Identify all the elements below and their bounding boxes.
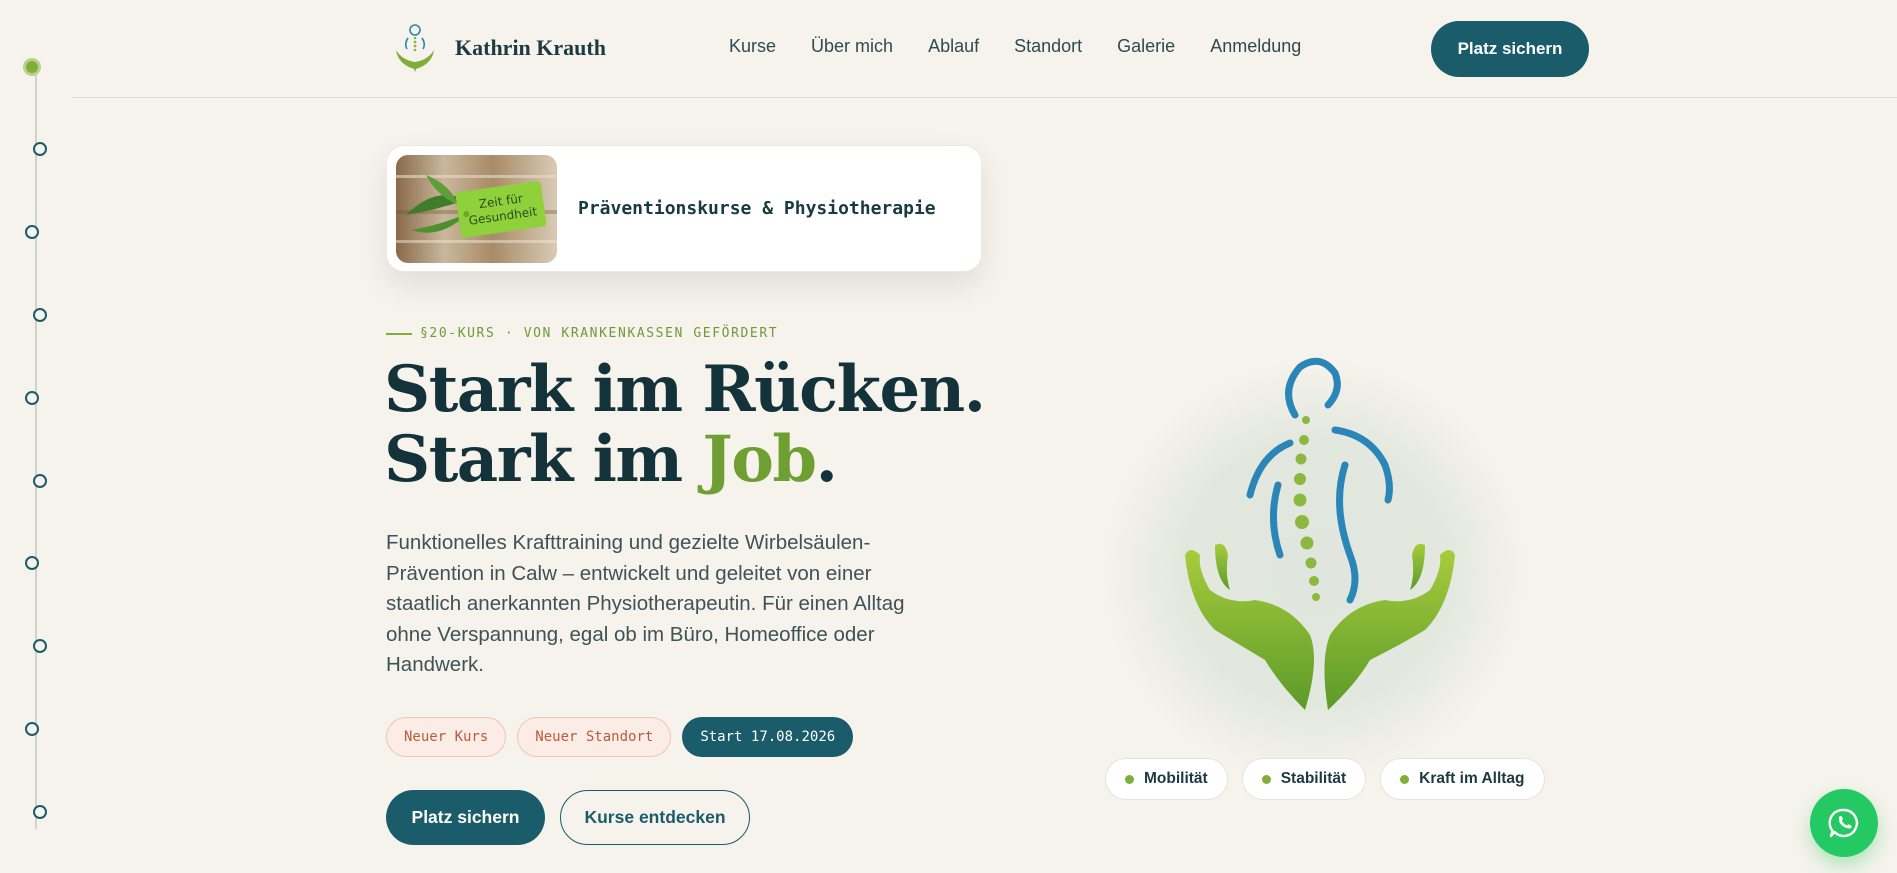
eyebrow: §20-KURS · VON KRANKENKASSEN GEFÖRDERT (386, 326, 778, 341)
pill-mobilitaet: Mobilität (1105, 758, 1228, 800)
timeline-dot-3[interactable] (25, 225, 39, 239)
nav-item-ablauf[interactable]: Ablauf (928, 36, 979, 57)
platz-sichern-button[interactable]: Platz sichern (386, 790, 545, 845)
headline-line-1: Stark im Rücken. (384, 352, 986, 427)
pill-stabilitaet: Stabilität (1241, 758, 1367, 800)
timeline-dot-2[interactable] (33, 142, 47, 156)
hero-benefit-pills: Mobilität Stabilität Kraft im Alltag (1105, 758, 1545, 800)
section-timeline (0, 0, 72, 873)
tag-neuer-kurs: Neuer Kurs (386, 717, 507, 757)
main-nav: Kurse Über mich Ablauf Standort Galerie … (729, 36, 1301, 57)
timeline-dot-6[interactable] (33, 474, 47, 488)
timeline-line (35, 67, 37, 829)
nav-item-anmeldung[interactable]: Anmeldung (1210, 36, 1301, 57)
timeline-dot-8[interactable] (33, 639, 47, 653)
whatsapp-button[interactable] (1810, 789, 1878, 857)
info-card-image: Zeit für Gesundheit (396, 155, 557, 263)
eyebrow-line (386, 332, 412, 335)
hands-spine-illustration-icon (1185, 357, 1455, 710)
headline-line-2-prefix: Stark im (384, 422, 703, 497)
nav-item-standort[interactable]: Standort (1014, 36, 1082, 57)
timeline-dot-9[interactable] (25, 722, 39, 736)
whatsapp-icon (1828, 808, 1859, 838)
pill-label: Stabilität (1280, 770, 1347, 787)
timeline-dot-5[interactable] (25, 391, 39, 405)
zeit-fuer-gesundheit-image: Zeit für Gesundheit (396, 155, 557, 263)
nav-item-galerie[interactable]: Galerie (1117, 36, 1175, 57)
pill-dot (1125, 774, 1134, 784)
pill-label: Kraft im Alltag (1419, 770, 1525, 787)
timeline-dot-10[interactable] (33, 805, 47, 819)
hero-tags: Neuer Kurs Neuer Standort Start 17.08.20… (386, 717, 854, 757)
info-card: Zeit für Gesundheit Präventionskurse & P… (386, 145, 982, 272)
kurse-entdecken-button[interactable]: Kurse entdecken (560, 790, 750, 845)
pill-dot (1400, 774, 1410, 784)
hero-headline: Stark im Rücken. Stark im Job. (384, 352, 986, 497)
header-cta-button[interactable]: Platz sichern (1431, 21, 1589, 77)
hero-lead: Funktionelles Krafttraining und gezielte… (386, 531, 905, 676)
headline-line-2-suffix: . (815, 422, 838, 497)
timeline-dot-4[interactable] (33, 308, 47, 322)
info-card-title: Präventionskurse & Physiotherapie (578, 198, 936, 219)
nav-item-kurse[interactable]: Kurse (729, 36, 776, 57)
brand[interactable]: Kathrin Krauth (390, 22, 606, 74)
timeline-dot-7[interactable] (25, 556, 39, 570)
pill-kraft-im-alltag: Kraft im Alltag (1380, 758, 1545, 800)
tag-neuer-standort: Neuer Standort (517, 717, 672, 757)
headline-highlight: Job (702, 422, 817, 497)
tag-start-date: Start 17.08.2026 (682, 717, 854, 757)
nav-item-ueber-mich[interactable]: Über mich (811, 36, 893, 57)
site-header: Kathrin Krauth Kurse Über mich Ablauf St… (72, 0, 1897, 98)
pill-label: Mobilität (1144, 770, 1208, 787)
hands-spine-logo-icon (396, 24, 434, 72)
pill-dot (1261, 774, 1271, 784)
eyebrow-text: §20-KURS · VON KRANKENKASSEN GEFÖRDERT (420, 326, 779, 341)
timeline-dot-1[interactable] (23, 58, 41, 76)
brand-name: Kathrin Krauth (455, 35, 606, 60)
